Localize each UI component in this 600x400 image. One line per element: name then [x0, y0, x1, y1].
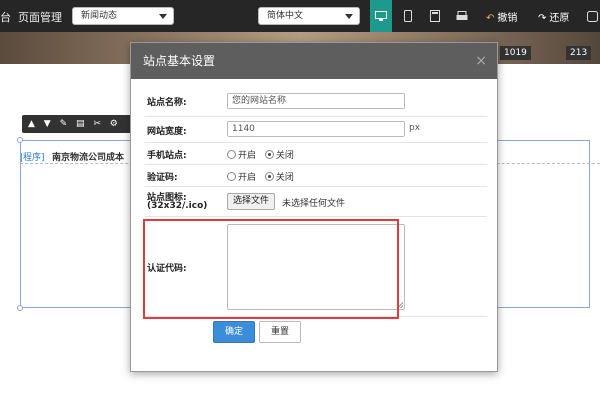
chevron-down-icon: [345, 14, 353, 19]
captcha-on-option[interactable]: 开启: [227, 172, 257, 183]
banner-number: 213: [566, 46, 592, 60]
radio-button-selected[interactable]: [264, 172, 274, 181]
dialog-title: 站点基本设置: [143, 54, 216, 68]
language-select-value: 简体中文: [267, 11, 304, 21]
option-label: 开启: [238, 173, 257, 183]
phone-icon: [404, 10, 412, 22]
reset-button[interactable]: 重置: [259, 321, 301, 343]
truncated-label: 台: [0, 11, 11, 24]
choose-file-button[interactable]: 选择文件: [227, 193, 276, 210]
site-icon-row: 站点图标: (32x32/.ico) 选择文件 未选择任何文件: [145, 187, 487, 217]
mobile-off-option[interactable]: 关闭: [264, 150, 294, 161]
site-width-input[interactable]: 1140: [227, 121, 405, 137]
window-icon: [586, 10, 598, 22]
mobile-site-row: 手机站点: 开启 关闭: [145, 143, 487, 165]
option-label: 关闭: [275, 173, 294, 183]
mobile-site-radio-group: 开启 关闭: [227, 148, 300, 161]
page-select[interactable]: 新闻动态: [72, 7, 174, 25]
site-name-input[interactable]: 您的网站名称: [227, 93, 405, 109]
captcha-row: 验证码: 开启 关闭: [145, 165, 487, 187]
resize-handle[interactable]: [17, 137, 23, 143]
highlight-annotation-box: [143, 219, 399, 319]
option-label: 开启: [238, 151, 257, 161]
page-select-value: 新闻动态: [81, 11, 118, 21]
site-name-row: 站点名称: 您的网站名称: [145, 89, 487, 117]
redo-label: 还原: [549, 13, 570, 24]
resize-handle[interactable]: [17, 305, 23, 311]
fullscreen-button[interactable]: [584, 0, 600, 32]
site-width-row: 网站宽度: 1140 px: [145, 117, 487, 143]
print-icon: [456, 10, 468, 20]
mobile-on-option[interactable]: 开启: [227, 150, 257, 161]
desktop-view-button[interactable]: [370, 0, 392, 32]
undo-icon: ↶: [486, 13, 495, 24]
undo-label: 撤销: [497, 13, 518, 24]
language-select[interactable]: 简体中文: [258, 7, 360, 25]
mobile-site-label: 手机站点:: [147, 151, 187, 161]
page-manage-link[interactable]: 页面管理: [18, 9, 62, 25]
no-file-text: 未选择任何文件: [282, 199, 346, 209]
site-name-label: 站点名称:: [147, 98, 187, 108]
site-settings-dialog: 站点基本设置 × 站点名称: 您的网站名称 网站宽度: 1140 px 手机站点…: [130, 42, 498, 372]
close-icon[interactable]: ×: [475, 43, 487, 79]
captcha-off-option[interactable]: 关闭: [264, 172, 294, 183]
site-width-value: 1140: [232, 124, 255, 134]
confirm-button[interactable]: 确定: [213, 321, 255, 343]
redo-icon: ↷: [538, 13, 547, 24]
site-width-label: 网站宽度:: [147, 127, 187, 137]
dialog-header: 站点基本设置 ×: [131, 43, 497, 79]
site-name-value: 您的网站名称: [232, 96, 287, 106]
site-icon-size-hint: (32x32/.ico): [147, 201, 208, 211]
banner-number: 1019: [500, 46, 531, 60]
mobile-view-button[interactable]: [397, 0, 419, 32]
captcha-radio-group: 开启 关闭: [227, 170, 300, 183]
width-unit: px: [409, 123, 421, 133]
preview-button[interactable]: [451, 0, 473, 32]
radio-button[interactable]: [227, 172, 236, 181]
option-label: 关闭: [275, 151, 294, 161]
radio-button-selected[interactable]: [264, 150, 274, 159]
redo-button[interactable]: ↷ 还原: [538, 9, 569, 24]
captcha-label: 验证码:: [147, 173, 178, 183]
top-toolbar: 台 页面管理 新闻动态 简体中文 ↶ 撤销 ↷ 还原: [0, 0, 600, 32]
tablet-view-button[interactable]: [424, 0, 446, 32]
module-toolbar[interactable]: ▲ ▼ ✎ ▤ ✂ ⚙ ⊡: [22, 115, 134, 147]
background-link[interactable]: |程序]: [20, 150, 45, 163]
undo-button[interactable]: ↶ 撤销: [486, 9, 517, 24]
chevron-down-icon: [159, 14, 167, 19]
background-text: 南京物流公司成本: [52, 153, 125, 163]
monitor-icon: [375, 10, 387, 21]
layout-icon: [430, 10, 440, 22]
radio-button[interactable]: [227, 150, 236, 159]
